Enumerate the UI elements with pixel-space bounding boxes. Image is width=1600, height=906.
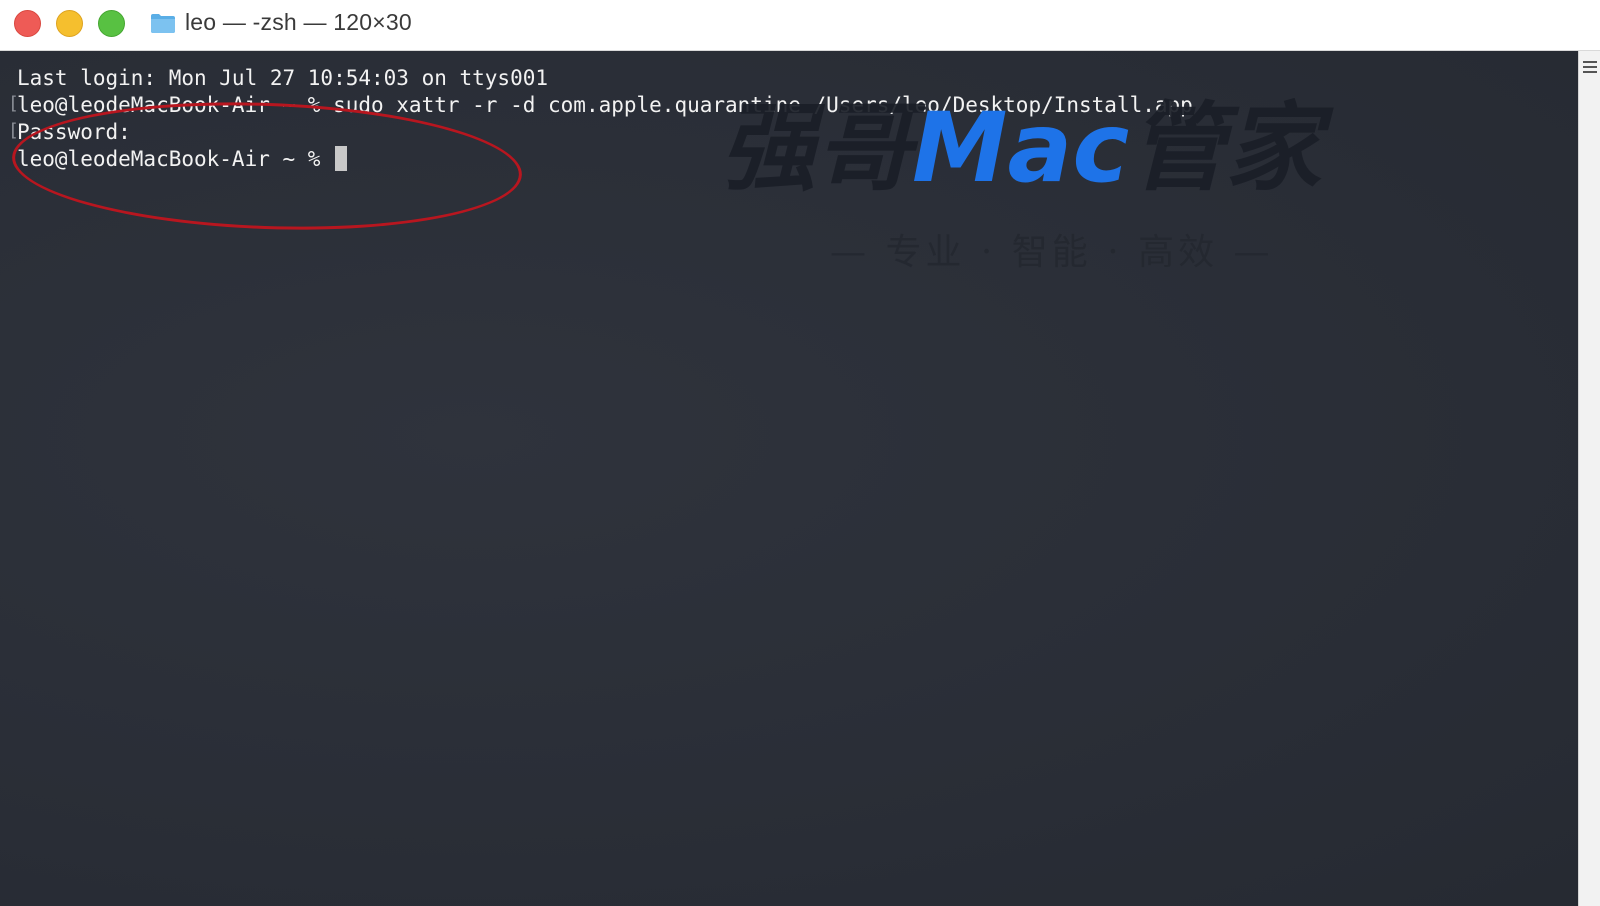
terminal-window: leo — -zsh — 120×30 [ [ Last login: Mon … [0,0,1600,906]
watermark: 强哥Mac管家 — 专业 · 智能 · 高效 — [720,93,1480,293]
minimize-window-button[interactable] [56,10,83,37]
window-title: leo — -zsh — 120×30 [185,9,412,35]
terminal-content[interactable]: [ [ Last login: Mon Jul 27 10:54:03 on t… [0,51,1578,906]
watermark-subtitle: — 专业 · 智能 · 高效 — [830,232,1274,273]
scroll-grip-icon[interactable] [1583,61,1597,73]
terminal-line: Last login: Mon Jul 27 10:54:03 on ttys0… [17,66,549,90]
scrollbar[interactable] [1578,51,1600,906]
title-bar[interactable]: leo — -zsh — 120×30 [0,0,1600,51]
folder-icon [151,14,175,33]
close-window-button[interactable] [14,10,41,37]
zoom-window-button[interactable] [98,10,125,37]
